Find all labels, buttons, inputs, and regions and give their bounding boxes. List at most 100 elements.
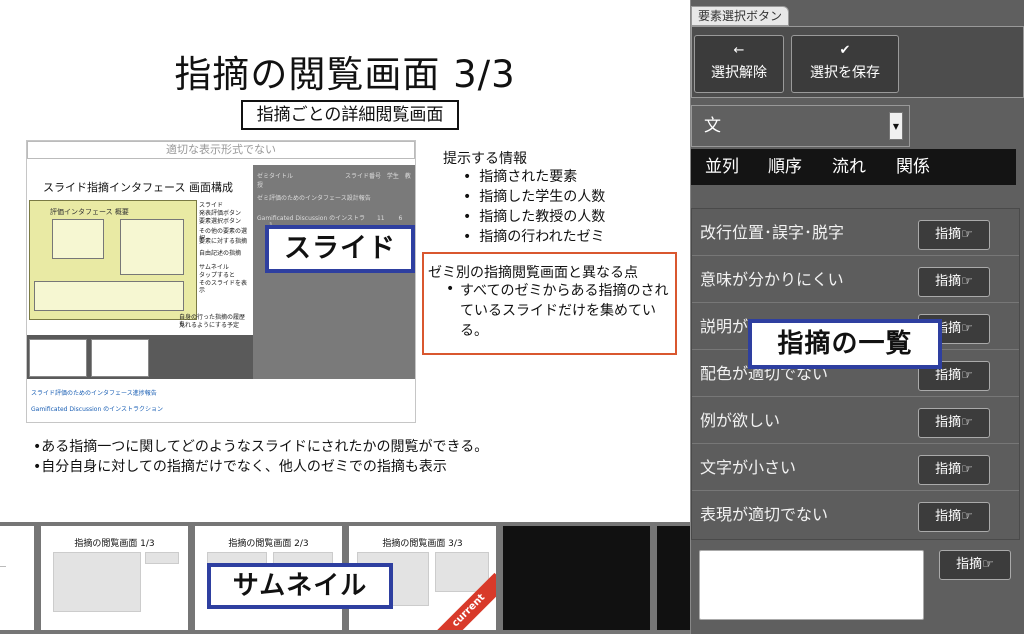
save-selection-button[interactable]: ✔ 選択を保存: [791, 35, 899, 93]
embedded-side-label: そのスライドを表示: [199, 280, 248, 294]
comment-button[interactable]: 指摘☞: [918, 220, 990, 250]
embedded-diagram-box: [120, 219, 184, 275]
embedded-side-label: 要素選択ボタン: [199, 218, 242, 225]
embedded-table-cell: 6: [398, 215, 403, 222]
embedded-side-label: タップすると: [199, 272, 236, 279]
slide-subtitle: 指摘ごとの詳細閲覧画面: [241, 100, 459, 130]
chevron-down-icon[interactable]: ▼: [889, 112, 903, 140]
thumbnail[interactable]: 指摘の閲覧画面 1/3: [41, 526, 188, 630]
embedded-slide: スライド指摘インタフェース 画面構成 評価インタフェース 概要 スライド 発表評…: [27, 165, 250, 337]
embedded-diagram: 評価インタフェース 概要: [29, 200, 197, 320]
thumbnail[interactable]: [657, 526, 690, 630]
comment-button[interactable]: 指摘☞: [918, 455, 990, 485]
thumbnail[interactable]: [0, 526, 34, 630]
save-selection-button-label: 選択を保存: [810, 65, 880, 81]
embedded-side-label: 発表評価ボタン: [199, 210, 242, 217]
pointing-hand-icon: ☞: [961, 509, 973, 524]
pointing-hand-icon: ☞: [961, 274, 973, 289]
info-item: 指摘された要素: [463, 167, 605, 187]
embedded-screenshot: 適切な表示形式でない スライド指摘インタフェース 画面構成 評価インタフェース …: [26, 140, 416, 423]
main-slide: 指摘の閲覧画面 3/3 指摘ごとの詳細閲覧画面 適切な表示形式でない スライド指…: [0, 0, 690, 522]
embedded-table-header-cell: スライド番号: [344, 173, 381, 180]
embedded-thumbnail-strip: [27, 335, 253, 379]
pointing-hand-icon: ☞: [961, 321, 973, 336]
tab-order[interactable]: 順序: [768, 149, 802, 185]
deselect-button[interactable]: ← 選択解除: [694, 35, 784, 93]
embedded-side-label: 要素に対する指摘: [199, 238, 248, 245]
tab-parallel[interactable]: 並列: [705, 149, 739, 185]
tab-flow[interactable]: 流れ: [832, 149, 866, 185]
embedded-table-header-cell: ゼミタイトル: [257, 173, 294, 180]
info-item: 指摘の行われたゼミ: [463, 227, 605, 247]
slide-area-tag: スライド: [265, 225, 415, 273]
pointing-hand-icon: ☞: [961, 368, 973, 383]
arrow-left-icon: ←: [733, 43, 745, 58]
embedded-table-header-cell: 学生: [386, 173, 399, 180]
panel-tab-label: 要素選択ボタン: [691, 6, 789, 26]
comment-row: 表現が適切でない 指摘☞: [692, 491, 1019, 538]
pointing-hand-icon: ☞: [961, 462, 973, 477]
thumbnail-block: [145, 552, 179, 564]
embedded-warning: 適切な表示形式でない: [27, 141, 415, 159]
comment-text: 例が欲しい: [700, 411, 781, 430]
comment-button[interactable]: 指摘☞: [918, 267, 990, 297]
embedded-diagram-label: 評価インタフェース 概要: [50, 208, 129, 216]
embedded-thumbnail: [29, 339, 87, 377]
embedded-table-cell: 11: [376, 215, 385, 222]
comment-row: 例が欲しい 指摘☞: [692, 397, 1019, 444]
difference-text: すべてのゼミからある指摘のされているスライドだけを集めている。: [460, 283, 669, 339]
embedded-table-cell: ゼミ評価のためのインタフェース設計報告: [257, 195, 371, 202]
deselect-button-label: 選択解除: [711, 65, 767, 81]
embedded-table-header: ゼミタイトル スライド番号 学生 教授: [257, 171, 415, 189]
comment-text: 文字が小さい: [700, 458, 797, 477]
slide-title: 指摘の閲覧画面 3/3: [174, 53, 516, 96]
comment-button-label: 指摘: [935, 227, 962, 242]
thumbnail-line: [0, 566, 6, 567]
comment-button[interactable]: 指摘☞: [918, 502, 990, 532]
pointing-hand-icon: ☞: [961, 227, 973, 242]
comment-text: 意味が分かりにくい: [700, 270, 844, 289]
comment-panel: 要素選択ボタン ← 選択解除 ✔ 選択を保存 文 ▼ 並列 順序 流れ 関係 改…: [690, 0, 1024, 634]
thumbnail-title: 指摘の閲覧画面 1/3: [74, 539, 155, 549]
pointing-hand-icon: ☞: [961, 415, 973, 430]
difference-heading: ゼミ別の指摘閲覧画面と異なる点: [428, 265, 638, 281]
pointing-hand-icon: ☞: [982, 557, 994, 572]
element-select[interactable]: 文 ▼: [691, 105, 910, 147]
thumbnail-title: 指摘の閲覧画面 2/3: [228, 539, 309, 549]
difference-box: ゼミ別の指摘閲覧画面と異なる点 • すべてのゼミからある指摘のされているスライド…: [422, 252, 677, 355]
comment-button-label: 指摘: [935, 509, 962, 524]
free-comment-input[interactable]: [699, 550, 924, 620]
comment-row: 改行位置･誤字･脱字 指摘☞: [692, 209, 1019, 256]
embedded-diagram-box: [52, 219, 104, 259]
slide-notes: •ある指摘一つに関してどのようなスライドにされたかの閲覧ができる。 •自分自身に…: [33, 437, 488, 477]
comment-button[interactable]: 指摘☞: [918, 408, 990, 438]
comment-button-label: 指摘: [935, 274, 962, 289]
embedded-side-label: 自由記述の指摘: [199, 250, 242, 257]
thumbnail-strip[interactable]: 指摘の閲覧画面 1/3 指摘の閲覧画面 2/3 指摘の閲覧画面 3/3 curr…: [0, 522, 690, 634]
embedded-table-cell: Gamificated Discussion のインストラ: [257, 215, 366, 222]
note-line: •ある指摘一つに関してどのようなスライドにされたかの閲覧ができる。: [33, 439, 489, 455]
embedded-table-row: ゼミ評価のためのインタフェース設計報告: [257, 193, 371, 202]
comment-row: 意味が分かりにくい 指摘☞: [692, 256, 1019, 303]
panel-header: ← 選択解除 ✔ 選択を保存: [691, 26, 1024, 98]
comment-button-label: 指摘: [935, 415, 962, 430]
element-select-value: 文: [704, 116, 721, 136]
embedded-side-label: 見れるようにする予定: [179, 322, 240, 329]
category-tabs: 並列 順序 流れ 関係: [691, 149, 1016, 185]
info-item: 指摘した教授の人数: [463, 207, 605, 227]
info-list: 指摘された要素 指摘した学生の人数 指摘した教授の人数 指摘の行われたゼミ: [463, 167, 605, 247]
thumbnail[interactable]: [503, 526, 650, 630]
thumbnail-block: [53, 552, 141, 612]
free-comment-submit-button[interactable]: 指摘☞: [939, 550, 1011, 580]
comment-button-label: 指摘: [935, 462, 962, 477]
embedded-slide-title: スライド指摘インタフェース 画面構成: [43, 181, 233, 194]
free-comment-submit-label: 指摘: [956, 557, 983, 572]
embedded-link: スライド評価のためのインタフェース進捗報告: [31, 390, 157, 397]
comment-button-label: 指摘: [935, 368, 962, 383]
tab-relation[interactable]: 関係: [896, 149, 930, 185]
comment-row: 文字が小さい 指摘☞: [692, 444, 1019, 491]
embedded-diagram-box: [34, 281, 184, 311]
embedded-thumbnail: [91, 339, 149, 377]
comment-list: 改行位置･誤字･脱字 指摘☞ 意味が分かりにくい 指摘☞ 説明が不足している 指…: [691, 208, 1020, 540]
comment-text: 改行位置･誤字･脱字: [700, 223, 845, 242]
